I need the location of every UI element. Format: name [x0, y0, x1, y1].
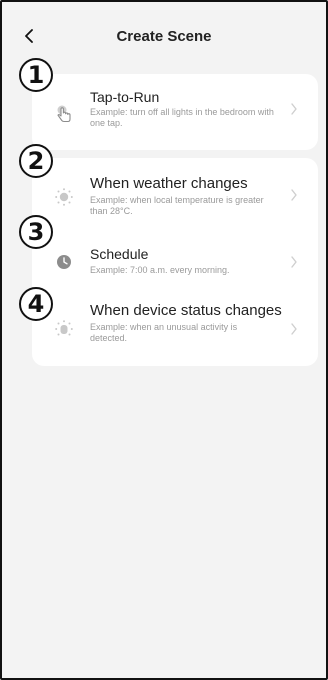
option-tap-to-run[interactable]: Tap-to-Run Example: turn off all lights …	[32, 74, 318, 150]
step-number-badge: 3	[19, 215, 53, 249]
device-status-icon	[54, 319, 74, 339]
conditions-card: When weather changes Example: when local…	[32, 158, 318, 366]
page-title: Create Scene	[116, 28, 212, 45]
option-title: Schedule	[90, 246, 149, 262]
create-scene-screen: Create Scene Tap-to-Run Example: turn of…	[0, 0, 328, 680]
option-description: Example: when an unusual activity is det…	[90, 322, 238, 343]
step-number-badge: 2	[19, 144, 53, 178]
option-weather-changes[interactable]: When weather changes Example: when local…	[32, 158, 318, 230]
chevron-right-icon	[288, 189, 300, 201]
option-schedule[interactable]: Schedule Example: 7:00 a.m. every mornin…	[32, 230, 318, 294]
option-device-status-changes[interactable]: When device status changes Example: when…	[32, 294, 318, 366]
chevron-right-icon	[288, 323, 300, 335]
sun-icon	[54, 187, 74, 207]
option-title: Tap-to-Run	[90, 89, 160, 105]
step-number-badge: 4	[19, 287, 53, 321]
option-description: Example: when local temperature is great…	[90, 195, 264, 216]
tap-to-run-card: Tap-to-Run Example: turn off all lights …	[32, 74, 318, 150]
header: Create Scene	[2, 2, 326, 66]
step-number-badge: 1	[19, 58, 53, 92]
chevron-right-icon	[288, 103, 300, 115]
hand-tap-icon	[54, 104, 74, 124]
option-description: Example: turn off all lights in the bedr…	[90, 107, 274, 128]
clock-icon	[54, 252, 74, 272]
chevron-right-icon	[288, 256, 300, 268]
option-description: Example: 7:00 a.m. every morning.	[90, 265, 230, 275]
option-title: When weather changes	[90, 175, 248, 192]
option-title: When device status changes	[90, 302, 282, 319]
